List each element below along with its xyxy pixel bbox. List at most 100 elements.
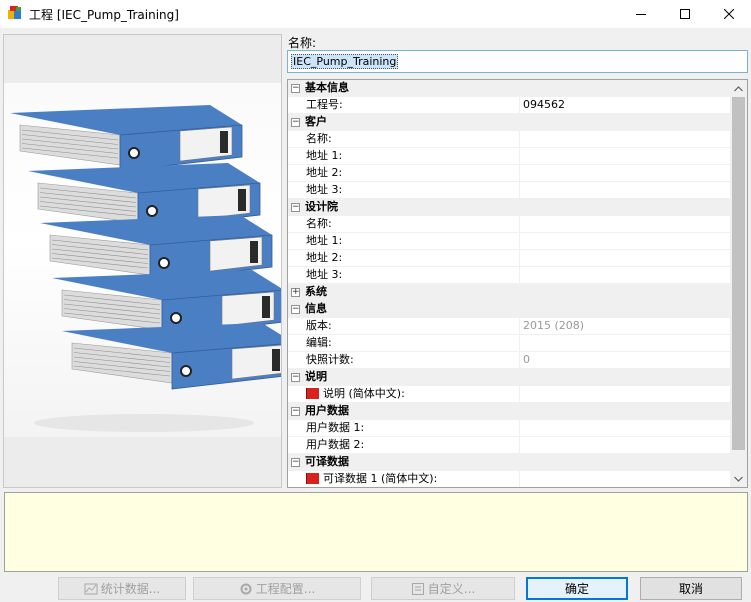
property-key-label: 地址 2: (306, 166, 343, 179)
property-key-label: 地址 1: (306, 149, 343, 162)
property-category[interactable]: + 系统 (288, 284, 731, 301)
property-category[interactable]: − 说明 (288, 369, 731, 386)
property-value[interactable] (519, 233, 731, 249)
scrollbar-thumb[interactable] (732, 97, 745, 450)
property-key-label: 地址 3: (306, 268, 343, 281)
property-value[interactable] (519, 386, 731, 402)
property-key: 快照计数: (305, 352, 519, 368)
property-row[interactable]: 地址 1: (288, 148, 731, 165)
property-row[interactable]: 地址 1: (288, 233, 731, 250)
property-value[interactable] (519, 216, 731, 232)
property-row[interactable]: 说明 (简体中文): (288, 386, 731, 403)
vertical-scrollbar[interactable] (730, 80, 747, 487)
property-key: 名称: (305, 216, 519, 232)
name-label: 名称: (288, 36, 317, 50)
expand-icon[interactable]: + (291, 288, 300, 297)
collapse-icon[interactable]: − (291, 407, 300, 416)
property-key: 名称: (305, 131, 519, 147)
property-value: 2015 (208) (519, 318, 731, 334)
property-row[interactable]: 工程号: 094562 (288, 97, 731, 114)
customize-icon (411, 582, 425, 596)
property-row[interactable]: 名称: (288, 216, 731, 233)
property-row[interactable]: 可译数据 1 (简体中文): (288, 471, 731, 487)
property-key: 地址 1: (305, 233, 519, 249)
binder-stack-image (4, 83, 281, 437)
property-row[interactable]: 地址 2: (288, 165, 731, 182)
property-row[interactable]: 名称: (288, 131, 731, 148)
property-category[interactable]: − 用户数据 (288, 403, 731, 420)
property-category[interactable]: − 信息 (288, 301, 731, 318)
property-value[interactable] (519, 165, 731, 181)
name-input[interactable]: IEC_Pump_Training (287, 50, 748, 73)
minimize-icon (636, 14, 646, 15)
collapse-icon[interactable]: − (291, 305, 300, 314)
property-key-label: 可译数据 1 (简体中文): (323, 472, 438, 485)
property-value[interactable] (519, 267, 731, 283)
collapse-icon[interactable]: − (291, 118, 300, 127)
collapse-icon[interactable]: − (291, 458, 300, 467)
property-grid-rows: − 基本信息 工程号: 094562− 客户 名称: 地址 1: 地址 2: 地址 3: − 设计院… (288, 80, 731, 487)
property-row[interactable]: 版本: 2015 (208) (288, 318, 731, 335)
language-flag-icon (306, 473, 319, 484)
cancel-button[interactable]: 取消 (640, 577, 742, 600)
property-value[interactable] (519, 131, 731, 147)
binder-stack-icon (10, 105, 281, 432)
property-value[interactable] (519, 471, 731, 487)
property-category-label: 客户 (305, 115, 327, 128)
ok-button-label: 确定 (564, 582, 589, 596)
close-icon (724, 9, 734, 19)
scroll-up-button[interactable] (730, 80, 747, 97)
property-row[interactable]: 编辑: (288, 335, 731, 352)
property-key: 用户数据 1: (305, 420, 519, 436)
property-value[interactable] (519, 148, 731, 164)
property-key: 地址 2: (305, 250, 519, 266)
property-category-label: 信息 (305, 302, 327, 315)
property-category-label: 系统 (305, 285, 327, 298)
property-category-label: 用户数据 (305, 404, 349, 417)
customize-button[interactable]: 自定义... (371, 577, 515, 600)
property-row[interactable]: 用户数据 1: (288, 420, 731, 437)
property-row[interactable]: 地址 2: (288, 250, 731, 267)
property-grid[interactable]: − 基本信息 工程号: 094562− 客户 名称: 地址 1: 地址 2: 地址 3: − 设计院… (287, 79, 748, 488)
property-value[interactable] (519, 250, 731, 266)
property-category[interactable]: − 客户 (288, 114, 731, 131)
property-key-label: 编辑: (306, 336, 332, 349)
property-category[interactable]: − 设计院 (288, 199, 731, 216)
property-row[interactable]: 地址 3: (288, 182, 731, 199)
maximize-button[interactable] (663, 0, 707, 28)
property-key-label: 快照计数: (306, 353, 354, 366)
property-key-label: 地址 3: (306, 183, 343, 196)
property-key-label: 说明 (简体中文): (323, 387, 405, 400)
ok-button[interactable]: 确定 (526, 577, 628, 600)
property-category-label: 可译数据 (305, 455, 349, 468)
project-config-button[interactable]: 工程配置... (193, 577, 361, 600)
property-value[interactable] (519, 182, 731, 198)
property-key-label: 地址 1: (306, 234, 343, 247)
property-category-label: 基本信息 (305, 81, 349, 94)
property-value[interactable] (519, 420, 731, 436)
close-button[interactable] (707, 0, 751, 28)
property-row[interactable]: 地址 3: (288, 267, 731, 284)
collapse-icon[interactable]: − (291, 203, 300, 212)
property-category[interactable]: − 可译数据 (288, 454, 731, 471)
window-title: 工程 [IEC_Pump_Training] (29, 8, 179, 22)
config-icon (239, 582, 253, 596)
collapse-icon[interactable]: − (291, 84, 300, 93)
chevron-down-icon (734, 476, 743, 482)
collapse-icon[interactable]: − (291, 373, 300, 382)
property-category[interactable]: − 基本信息 (288, 80, 731, 97)
property-key: 工程号: (305, 97, 519, 113)
minimize-button[interactable] (619, 0, 663, 28)
binder-icon (10, 105, 243, 172)
property-value[interactable] (519, 335, 731, 351)
property-value[interactable] (519, 437, 731, 453)
property-row[interactable]: 用户数据 2: (288, 437, 731, 454)
property-row[interactable]: 快照计数: 0 (288, 352, 731, 369)
scroll-down-button[interactable] (730, 470, 747, 487)
property-value[interactable]: 094562 (519, 97, 731, 113)
property-key: 地址 1: (305, 148, 519, 164)
chevron-up-icon (734, 85, 743, 91)
property-key: 地址 3: (305, 267, 519, 283)
cancel-button-label: 取消 (678, 582, 703, 596)
statistics-button[interactable]: 统计数据... (58, 577, 186, 600)
